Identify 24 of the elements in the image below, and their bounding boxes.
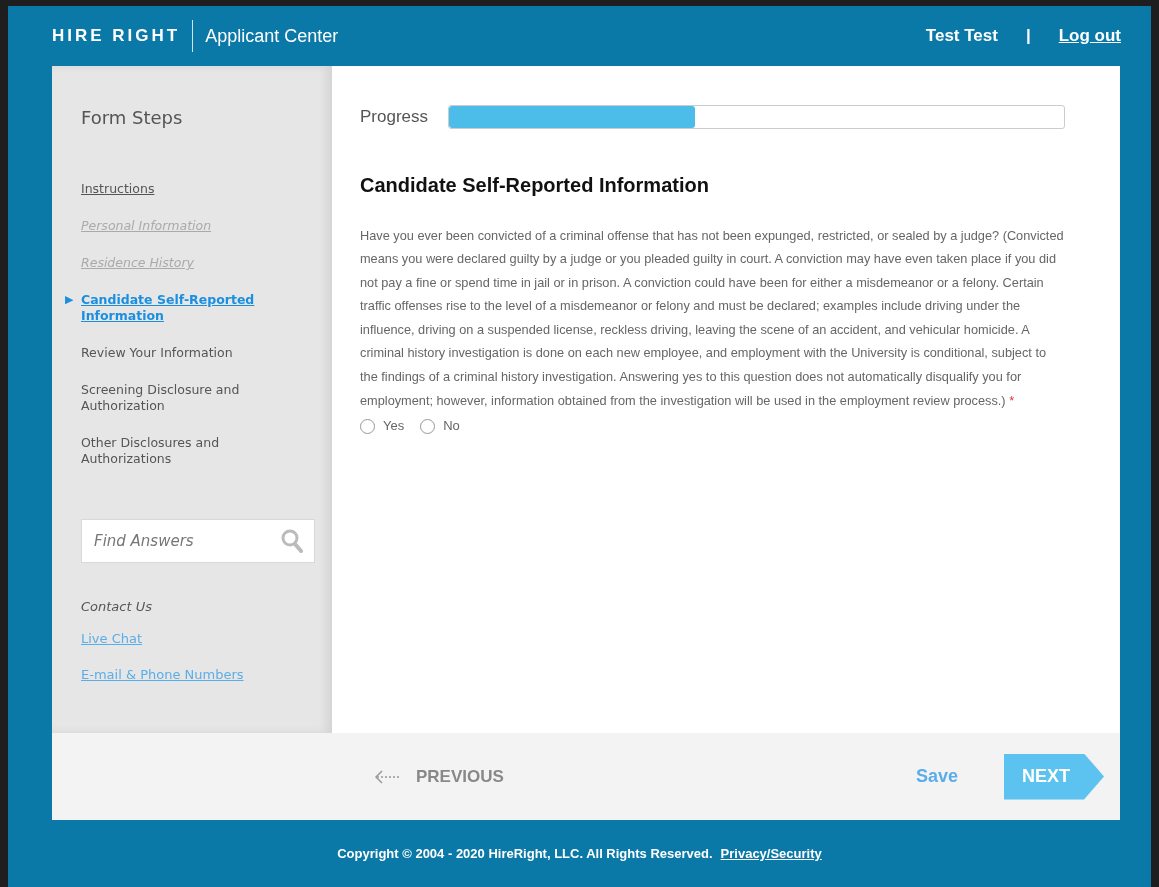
contact-heading: Contact Us [81,598,153,616]
progress-label: Progress [360,106,429,128]
radio-option[interactable]: Yes [360,416,405,436]
logo: HIRE RIGHT [52,25,181,48]
current-step-marker: ▶ [65,292,74,308]
logout-link[interactable]: Log out [1058,23,1121,49]
app-title: Applicant Center [205,24,339,48]
privacy-link[interactable]: Privacy/Security [720,843,822,864]
copyright-text: Copyright © 2004 - 2020 HireRight, LLC. All Rights Reserved. [337,844,713,863]
form-step-link[interactable]: Other Disclosures and Authorizations [81,435,261,467]
section-title: Candidate Self-Reported Information [360,172,710,198]
separator: | [1025,25,1031,48]
radio-option[interactable]: No [420,416,460,436]
previous-button[interactable]: PREVIOUS [374,763,504,790]
form-step-link[interactable]: Instructions [81,181,261,197]
form-step-link[interactable]: Candidate Self-Reported Information [81,292,261,324]
search-field[interactable]: Find Answers [81,519,315,563]
form-step-link[interactable]: Review Your Information [81,345,261,361]
user-name: Test Test [925,25,998,48]
sidebar-title: Form Steps [81,106,184,130]
question-text: Have you ever been convicted of a criminal offense that has not been expunged, restricted, or sealed by a judge? (Convicted means you were declared guilty by a judge or you pleaded guilty in court. A conviction may have even taken place if you did not pay a fine or spend time in jail or in prison. A conviction could have been for either a misdemeanor or a felony. Certain traffic offenses rise to the level of a misdemeanor or felony and must be declared; examples include driving under the influence, driving on a suspended license, reckless driving, leaving the scene of an accident, and vehicular homicide. A criminal history investigation is done on each new employee, and employment with the University is conditional, subject to the findings of a criminal history investigation. Answering yes to this question does not automatically disqualify you for employment; however, information obtained from the investigation will be used in the employment review process.) * [360,226,1065,410]
form-step-link[interactable]: Screening Disclosure and Authorization [81,382,261,414]
arrow-left-icon [374,768,400,785]
search-icon[interactable] [281,529,303,553]
